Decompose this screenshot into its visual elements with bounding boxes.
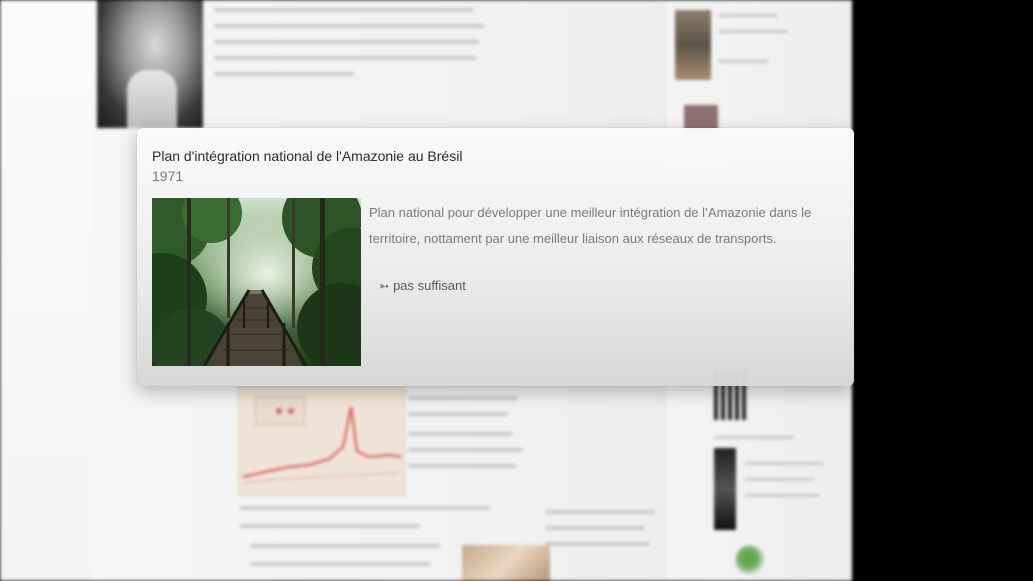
popup-year: 1971: [152, 168, 184, 184]
background-text-line: [545, 526, 645, 530]
background-text-line: [214, 8, 474, 12]
background-text-line: [250, 562, 430, 566]
background-text-line: [744, 462, 824, 465]
arrow-right-icon: ➳: [379, 278, 390, 293]
background-text-line: [744, 478, 814, 481]
forest-photo-drawing: [152, 198, 361, 366]
stage: Plan d'intégration national de l'Amazoni…: [0, 0, 1033, 581]
background-text-line: [408, 448, 523, 452]
pas-suffisant-link[interactable]: ➳ pas suffisant: [379, 278, 466, 293]
background-text-line: [214, 56, 476, 60]
popup-link-label: pas suffisant: [393, 278, 466, 293]
popup-title: Plan d'intégration national de l'Amazoni…: [152, 148, 463, 164]
background-left-column: [0, 0, 92, 581]
forest-boardwalk-photo: [152, 198, 361, 366]
background-portrait-thumbnail: [714, 448, 736, 530]
background-text-line: [240, 506, 490, 510]
background-map-thumbnail: [735, 545, 765, 575]
background-text-line: [545, 510, 655, 514]
info-popup-card: Plan d'intégration national de l'Amazoni…: [137, 128, 854, 386]
background-portrait-photo: [97, 0, 203, 128]
background-text-line: [408, 396, 518, 400]
background-text-line: [408, 432, 513, 436]
background-text-line: [718, 14, 778, 17]
background-text-line: [718, 60, 768, 63]
background-text-line: [408, 412, 508, 416]
background-text-line: [214, 72, 354, 76]
background-text-line: [250, 544, 440, 548]
background-text-line: [214, 40, 479, 44]
background-text-line: [408, 464, 516, 468]
background-text-line: [714, 436, 794, 439]
background-text-line: [240, 524, 420, 528]
background-text-line: [718, 30, 788, 33]
background-text-line: [744, 494, 819, 497]
popup-description: Plan national pour développer une meille…: [369, 205, 812, 246]
background-street-photo: [675, 10, 711, 80]
background-text-line: [214, 24, 484, 28]
background-chart-thumbnail: [238, 386, 405, 496]
background-banknote-thumbnail: [462, 545, 550, 581]
background-text-line: [545, 542, 650, 546]
